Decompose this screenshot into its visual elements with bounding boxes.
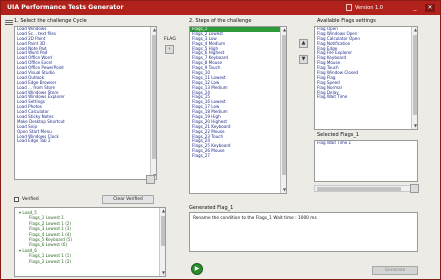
scroll-down-icon[interactable]: ▼: [160, 270, 165, 276]
list-item[interactable]: Flags_27: [190, 153, 286, 159]
scroll-up-icon[interactable]: ▲: [160, 208, 165, 214]
menu-icon[interactable]: [5, 19, 13, 28]
scroll-thumb[interactable]: [161, 216, 165, 246]
challenges-title: 1. Select the challenge Cycle: [14, 18, 87, 24]
generate-button[interactable]: Generate: [372, 266, 418, 275]
hscroll-thumb[interactable]: [317, 187, 401, 191]
step-down-button[interactable]: ▼: [299, 55, 308, 64]
challenges-scrollbar[interactable]: ▲ ▼: [150, 27, 156, 179]
window-title: UIA Performance Tests Generator: [7, 4, 124, 11]
tree-node-label: ▾ Load_5: [19, 210, 37, 215]
tree-node-label: Flags_3 Lowest 1 (3): [29, 226, 72, 232]
tree-node-label: Flags_4 Lowest 1 (4): [29, 231, 72, 237]
tree-node-label: Flags_5 Keyboard (5): [29, 236, 73, 242]
list-item[interactable]: Flag Wait Time 1: [315, 141, 417, 146]
verified-checkbox[interactable]: [14, 197, 19, 202]
main-window: UIA Performance Tests Generator Version …: [0, 0, 441, 280]
steps-scrollbar[interactable]: ▲ ▼: [280, 27, 286, 193]
scroll-thumb[interactable]: [282, 35, 286, 175]
play-icon[interactable]: ▶: [191, 263, 203, 275]
verified-scrollbar[interactable]: ▲ ▼: [159, 208, 165, 276]
available-title: Available Flags settings: [317, 18, 376, 24]
steps-list[interactable]: Flags_1 Flags_2 Lowest Flags_3 Low Flags_4 …: [189, 26, 287, 194]
selected-flags-hscroll[interactable]: [314, 185, 418, 192]
flag-label: FLAG: [164, 37, 176, 42]
scroll-down-icon[interactable]: ▼: [412, 123, 417, 129]
code-text: Rename the condition to the Flags_1 Wait…: [193, 216, 317, 221]
challenges-extra-button[interactable]: [146, 175, 155, 184]
step-up-button[interactable]: ▲: [299, 39, 308, 48]
selected-flags-list[interactable]: Flag Wait Time 1: [314, 140, 418, 182]
scroll-thumb[interactable]: [413, 35, 417, 115]
minimize-button[interactable]: _: [411, 4, 419, 11]
verified-label: Verified: [22, 197, 39, 202]
code-textbox[interactable]: Rename the condition to the Flags_1 Wait…: [189, 212, 418, 252]
scroll-thumb[interactable]: [152, 35, 156, 159]
verified-tree[interactable]: ▾ Load_5 Flags_1 Lowest 1 Flags_2 Lowest 1…: [14, 207, 166, 277]
title-bar: UIA Performance Tests Generator Version …: [1, 1, 440, 15]
tree-child-node[interactable]: Flags_2 Lowest 1 (2): [19, 259, 165, 264]
list-item[interactable]: Flag Wait Time: [315, 95, 417, 100]
selected-flags-extra-button[interactable]: [410, 184, 419, 193]
tree-node-label: Flags_2 Lowest 1 (2): [29, 220, 72, 226]
tree-node-label: Flags_1 Lowest 1 (1): [29, 253, 72, 259]
code-title: Generated Flag_1: [189, 205, 234, 211]
tree-node-label: ▾ Load_6: [19, 247, 37, 253]
clear-verified-button[interactable]: Clear Verified: [102, 195, 154, 204]
available-list[interactable]: Flag Open Flag Windows Open Flag Calculato…: [314, 26, 418, 130]
scroll-up-icon[interactable]: ▲: [412, 27, 417, 33]
scroll-up-icon[interactable]: ▲: [151, 27, 156, 33]
tree-node-label: Flags_6 Lowest (6): [29, 242, 68, 248]
version-checkbox[interactable]: [346, 4, 352, 11]
challenges-list[interactable]: Load Windows Load Sc... text files Load 2D…: [14, 26, 157, 180]
list-item[interactable]: Load Edge Tab 2: [15, 139, 156, 144]
selected-flags-title: Selected Flags_1: [317, 132, 360, 138]
scroll-down-icon[interactable]: ▼: [281, 187, 286, 193]
tree-node-label: Flags_1 Lowest 1: [29, 215, 64, 221]
tree-node-label: Flags_2 Lowest 1 (2): [29, 258, 72, 264]
flag-add-button[interactable]: ›: [165, 45, 174, 54]
scroll-up-icon[interactable]: ▲: [281, 27, 286, 33]
version-label: Version 1.0: [355, 5, 383, 11]
close-button[interactable]: ✕: [425, 4, 435, 12]
available-scrollbar[interactable]: ▲ ▼: [411, 27, 417, 129]
steps-title: 2. Steps of the challenge: [189, 18, 252, 24]
